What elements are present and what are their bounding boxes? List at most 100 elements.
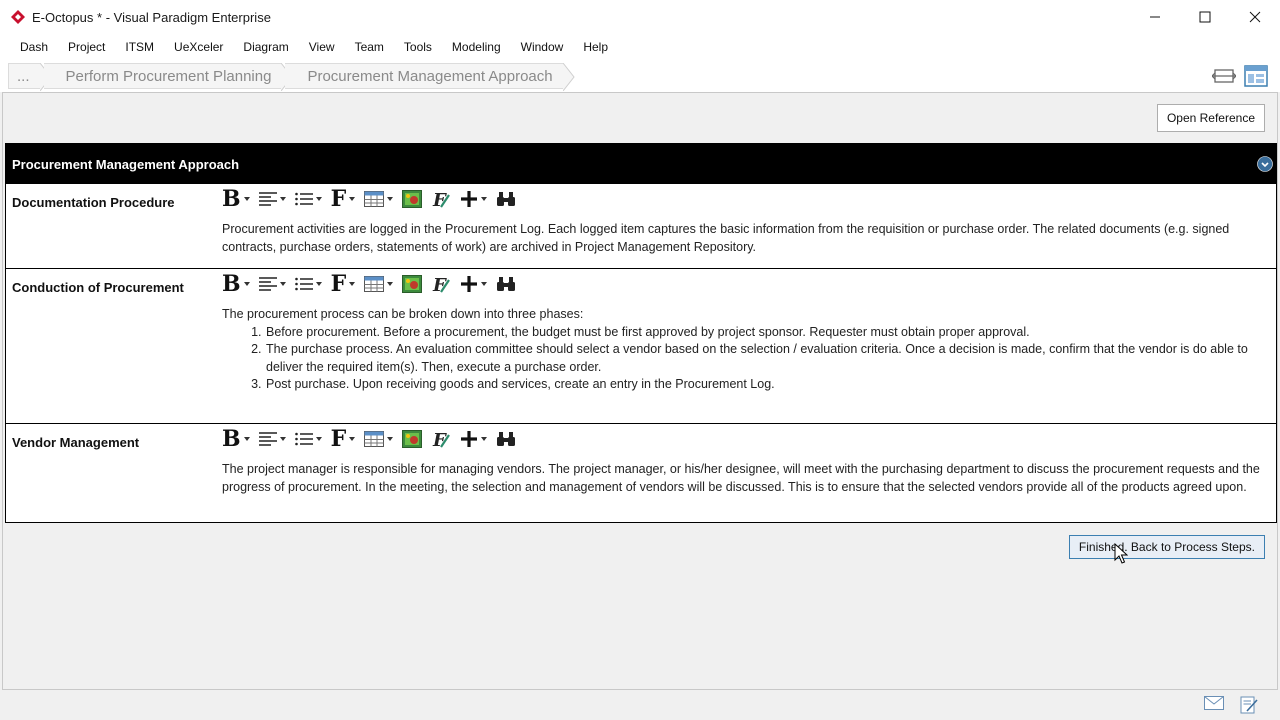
list-item: Before procurement. Before a procurement… [265, 324, 1266, 342]
table-button[interactable] [364, 187, 394, 211]
title-bar: E-Octopus * - Visual Paradigm Enterprise [0, 0, 1280, 34]
close-button[interactable] [1230, 0, 1280, 34]
insert-icon [461, 276, 478, 292]
list-button[interactable] [294, 272, 322, 296]
maximize-button[interactable] [1180, 0, 1230, 34]
menu-view[interactable]: View [299, 36, 345, 58]
editor-toolbar: B F F [222, 187, 525, 211]
rich-text-content[interactable]: The project manager is responsible for m… [222, 461, 1266, 496]
font-button[interactable]: F [331, 427, 356, 451]
table-button[interactable] [364, 272, 394, 296]
mail-icon[interactable] [1204, 696, 1224, 710]
image-icon [402, 430, 423, 448]
form-title: Procurement Management Approach [12, 156, 240, 172]
insert-icon [461, 191, 478, 207]
edit-document-icon[interactable] [1240, 696, 1258, 714]
image-icon [402, 190, 423, 208]
table-icon [364, 276, 385, 292]
align-button[interactable] [258, 427, 286, 451]
editor-toolbar: B F F [222, 427, 525, 451]
list-item: Post purchase. Upon receiving goods and … [265, 376, 1266, 394]
formula-button[interactable]: F [431, 427, 451, 451]
fit-width-icon[interactable] [1212, 65, 1236, 87]
menu-project[interactable]: Project [58, 36, 115, 58]
phase-list: Before procurement. Before a procurement… [265, 324, 1266, 394]
content-intro: The procurement process can be broken do… [222, 307, 584, 321]
align-icon [258, 192, 277, 206]
form-header: Procurement Management Approach [6, 144, 1276, 184]
bold-button[interactable]: B [222, 187, 250, 211]
menu-team[interactable]: Team [345, 36, 394, 58]
app-logo-icon [11, 10, 25, 24]
breadcrumb-item-approach[interactable]: Procurement Management Approach [285, 63, 575, 91]
find-button[interactable] [496, 272, 516, 296]
breadcrumb-item-more[interactable]: ... [8, 63, 52, 91]
menu-diagram[interactable]: Diagram [233, 36, 298, 58]
table-icon [364, 191, 385, 207]
breadcrumb: ... Perform Procurement Planning Procure… [8, 62, 575, 91]
menu-dash[interactable]: Dash [10, 36, 58, 58]
breadcrumb-bar: ... Perform Procurement Planning Procure… [0, 60, 1280, 92]
rich-text-content[interactable]: The procurement process can be broken do… [222, 306, 1266, 394]
row-label: Conduction of Procurement [12, 280, 184, 295]
image-button[interactable] [402, 187, 423, 211]
font-button[interactable]: F [331, 187, 356, 211]
menu-uexceler[interactable]: UeXceler [164, 36, 233, 58]
font-button[interactable]: F [331, 272, 356, 296]
find-icon [497, 277, 516, 291]
insert-button[interactable] [460, 272, 488, 296]
table-button[interactable] [364, 427, 394, 451]
form-row-vendor: Vendor Management B F F The project mana… [6, 423, 1276, 523]
rich-text-content[interactable]: Procurement activities are logged in the… [222, 221, 1266, 256]
maximize-icon [1199, 11, 1211, 23]
formula-button[interactable]: F [431, 187, 451, 211]
row-label: Vendor Management [12, 435, 140, 450]
find-button[interactable] [496, 187, 516, 211]
image-icon [402, 275, 423, 293]
workspace: Open Reference Procurement Management Ap… [2, 92, 1278, 690]
insert-icon [461, 431, 478, 447]
find-icon [497, 432, 516, 446]
breadcrumb-item-planning[interactable]: Perform Procurement Planning [43, 63, 294, 91]
bold-button[interactable]: B [222, 272, 250, 296]
breadcrumb-label: Perform Procurement Planning [65, 67, 272, 85]
bold-icon: B [222, 186, 241, 212]
font-icon: F [330, 426, 347, 452]
layout-panel-icon[interactable] [1244, 65, 1268, 87]
breadcrumb-separator-icon [562, 63, 575, 91]
minimize-icon [1150, 16, 1160, 18]
insert-button[interactable] [460, 187, 488, 211]
align-button[interactable] [258, 187, 286, 211]
list-button[interactable] [294, 187, 322, 211]
font-icon: F [330, 271, 347, 297]
list-button[interactable] [294, 427, 322, 451]
finish-button[interactable]: Finished. Back to Process Steps. [1068, 535, 1265, 559]
align-button[interactable] [258, 272, 286, 296]
insert-button[interactable] [460, 427, 488, 451]
menu-help[interactable]: Help [573, 36, 618, 58]
window-title: E-Octopus * - Visual Paradigm Enterprise [32, 9, 271, 25]
menu-bar: Dash Project ITSM UeXceler Diagram View … [0, 34, 1280, 60]
list-item: The purchase process. An evaluation comm… [265, 341, 1266, 376]
menu-modeling[interactable]: Modeling [442, 36, 511, 58]
bold-button[interactable]: B [222, 427, 250, 451]
mouse-cursor-icon [1114, 543, 1128, 564]
open-reference-button[interactable]: Open Reference [1156, 104, 1265, 132]
find-button[interactable] [496, 427, 516, 451]
bold-icon: B [222, 271, 241, 297]
font-icon: F [330, 186, 347, 212]
image-button[interactable] [402, 272, 423, 296]
bold-icon: B [222, 426, 241, 452]
formula-button[interactable]: F [431, 272, 451, 296]
image-button[interactable] [402, 427, 423, 451]
status-bar [0, 690, 1280, 720]
row-label: Documentation Procedure [12, 195, 175, 210]
minimize-button[interactable] [1130, 0, 1180, 34]
editor-toolbar: B F F [222, 272, 525, 296]
collapse-icon[interactable] [1257, 156, 1273, 172]
menu-tools[interactable]: Tools [394, 36, 442, 58]
find-icon [497, 192, 516, 206]
menu-itsm[interactable]: ITSM [115, 36, 164, 58]
menu-window[interactable]: Window [511, 36, 574, 58]
formula-icon: F [432, 430, 451, 449]
